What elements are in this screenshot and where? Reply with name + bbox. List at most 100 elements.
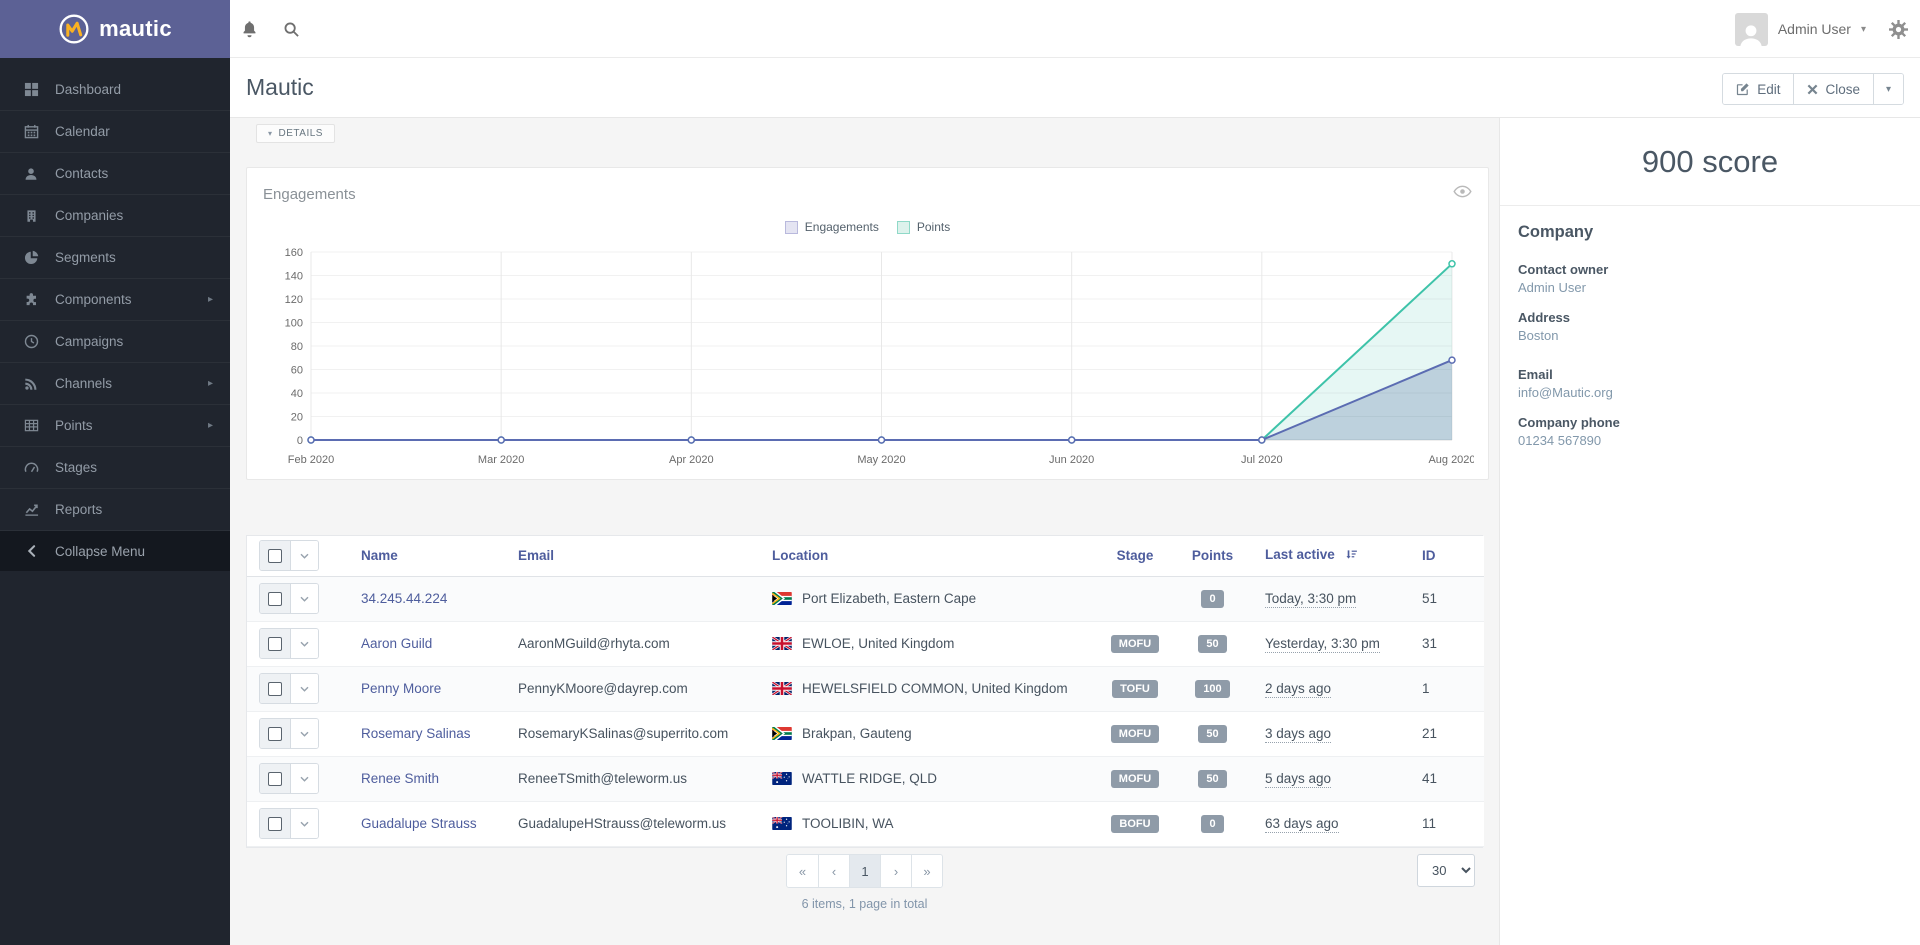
notifications-bell-icon[interactable] — [241, 0, 258, 58]
column-header-location[interactable]: Location — [758, 536, 1096, 576]
details-caret-icon: ▾ — [268, 129, 273, 138]
contact-name-link[interactable]: Rosemary Salinas — [361, 726, 471, 741]
user-menu[interactable]: Admin User ▾ — [1735, 0, 1866, 58]
eye-icon[interactable] — [1453, 184, 1472, 204]
search-icon[interactable] — [283, 0, 300, 58]
row-actions-caret[interactable] — [291, 809, 318, 838]
points-badge: 50 — [1198, 770, 1226, 788]
flag-south-africa-icon — [772, 727, 792, 740]
last-active-value: 5 days ago — [1265, 771, 1331, 788]
contact-name-link[interactable]: Guadalupe Strauss — [361, 816, 477, 831]
row-actions-caret[interactable] — [291, 629, 318, 658]
rss-icon — [22, 377, 40, 391]
sidebar-item-components[interactable]: Components ▸ — [0, 279, 230, 321]
mautic-logo-icon — [58, 13, 90, 45]
row-checkbox[interactable] — [260, 584, 291, 613]
table-row[interactable]: Guadalupe Strauss GuadalupeHStrauss@tele… — [247, 801, 1484, 846]
contact-name-link[interactable]: Aaron Guild — [361, 636, 432, 651]
column-header-name[interactable]: Name — [347, 536, 504, 576]
contact-id: 51 — [1422, 591, 1437, 606]
details-toggle[interactable]: ▾ DETAILS — [256, 124, 335, 143]
last-active-value: Today, 3:30 pm — [1265, 591, 1356, 608]
column-header-stage[interactable]: Stage — [1096, 536, 1174, 576]
table-row[interactable]: Renee Smith ReneeTSmith@teleworm.us WATT… — [247, 756, 1484, 801]
close-button[interactable]: Close — [1793, 74, 1873, 104]
svg-text:80: 80 — [291, 341, 303, 353]
contact-name-link[interactable]: Penny Moore — [361, 681, 441, 696]
contact-id: 41 — [1422, 771, 1437, 786]
company-fields: Contact owner Admin User Address Boston … — [1518, 262, 1902, 448]
page-1-button[interactable]: 1 — [849, 855, 880, 887]
sidebar-item-points[interactable]: Points ▸ — [0, 405, 230, 447]
submenu-caret-icon: ▸ — [208, 294, 213, 305]
row-checkbox[interactable] — [260, 719, 291, 748]
pagination-summary: 6 items, 1 page in total — [246, 897, 1483, 911]
settings-gear-icon[interactable] — [1889, 0, 1908, 58]
svg-text:Aug 2020: Aug 2020 — [1428, 454, 1474, 466]
flag-south-africa-icon — [772, 592, 792, 605]
row-checkbox[interactable] — [260, 629, 291, 658]
last-active-value: 2 days ago — [1265, 681, 1331, 698]
row-checkbox[interactable] — [260, 764, 291, 793]
edit-button[interactable]: Edit — [1723, 74, 1793, 104]
select-all-caret[interactable] — [291, 541, 318, 570]
sidebar-item-reports[interactable]: Reports ▸ — [0, 489, 230, 531]
column-header-points[interactable]: Points — [1174, 536, 1251, 576]
company-field: Company phone 01234 567890 — [1518, 415, 1902, 448]
row-checkbox[interactable] — [260, 809, 291, 838]
first-page-button[interactable]: « — [787, 855, 818, 887]
flag-australia-icon — [772, 772, 792, 785]
topbar: mautic Admin User ▾ — [0, 0, 1920, 58]
sort-desc-icon — [1341, 549, 1358, 564]
column-header-id[interactable]: ID — [1408, 536, 1484, 576]
sidebar-collapse-menu[interactable]: Collapse Menu ▸ — [0, 531, 230, 571]
row-actions-caret[interactable] — [291, 584, 318, 613]
flag-united-kingdom-icon — [772, 682, 792, 695]
column-header-email[interactable]: Email — [504, 536, 758, 576]
more-actions-caret[interactable]: ▾ — [1873, 74, 1903, 104]
next-page-button[interactable]: › — [880, 855, 911, 887]
legend-item[interactable]: Engagements — [785, 220, 879, 234]
page-title: Mautic — [246, 74, 314, 101]
column-header-last-active[interactable]: Last active — [1251, 536, 1408, 576]
sidebar-item-channels[interactable]: Channels ▸ — [0, 363, 230, 405]
svg-text:140: 140 — [285, 271, 303, 283]
table-row[interactable]: Penny Moore PennyKMoore@dayrep.com HEWEL… — [247, 666, 1484, 711]
row-actions-caret[interactable] — [291, 719, 318, 748]
svg-text:Jun 2020: Jun 2020 — [1049, 454, 1094, 466]
sidebar-item-calendar[interactable]: Calendar ▸ — [0, 111, 230, 153]
page-size-select[interactable]: 30 — [1417, 854, 1475, 887]
sidebar-item-contacts[interactable]: Contacts ▸ — [0, 153, 230, 195]
chart-line-icon — [22, 502, 40, 517]
svg-text:Mar 2020: Mar 2020 — [478, 454, 524, 466]
chart-legend: Engagements Points — [247, 220, 1488, 234]
row-actions-caret[interactable] — [291, 764, 318, 793]
table-row[interactable]: 34.245.44.224 Port Elizabeth, Eastern Ca… — [247, 576, 1484, 621]
chart-title: Engagements — [263, 186, 356, 203]
select-all-checkbox[interactable] — [260, 541, 291, 570]
last-active-value: 3 days ago — [1265, 726, 1331, 743]
prev-page-button[interactable]: ‹ — [818, 855, 849, 887]
sidebar-item-dashboard[interactable]: Dashboard ▸ — [0, 69, 230, 111]
building-icon — [22, 209, 40, 223]
sidebar-item-companies[interactable]: Companies ▸ — [0, 195, 230, 237]
contact-name-link[interactable]: Renee Smith — [361, 771, 439, 786]
sidebar-item-stages[interactable]: Stages ▸ — [0, 447, 230, 489]
points-badge: 50 — [1198, 725, 1226, 743]
table-grid-icon — [22, 418, 40, 433]
contact-name-link[interactable]: 34.245.44.224 — [361, 591, 447, 606]
row-checkbox[interactable] — [260, 674, 291, 703]
table-row[interactable]: Aaron Guild AaronMGuild@rhyta.com EWLOE,… — [247, 621, 1484, 666]
puzzle-icon — [22, 292, 40, 307]
sidebar-item-campaigns[interactable]: Campaigns ▸ — [0, 321, 230, 363]
sidebar-item-segments[interactable]: Segments ▸ — [0, 237, 230, 279]
last-page-button[interactable]: » — [911, 855, 942, 887]
row-actions-caret[interactable] — [291, 674, 318, 703]
table-row[interactable]: Rosemary Salinas RosemaryKSalinas@superr… — [247, 711, 1484, 756]
mautic-logo[interactable]: mautic — [0, 0, 230, 58]
legend-item[interactable]: Points — [897, 220, 950, 234]
last-active-value: Yesterday, 3:30 pm — [1265, 636, 1380, 653]
contacts-table: Name Email Location Stage Points Last ac… — [246, 535, 1483, 848]
calendar-icon — [22, 124, 40, 139]
angle-left-icon — [22, 544, 40, 558]
